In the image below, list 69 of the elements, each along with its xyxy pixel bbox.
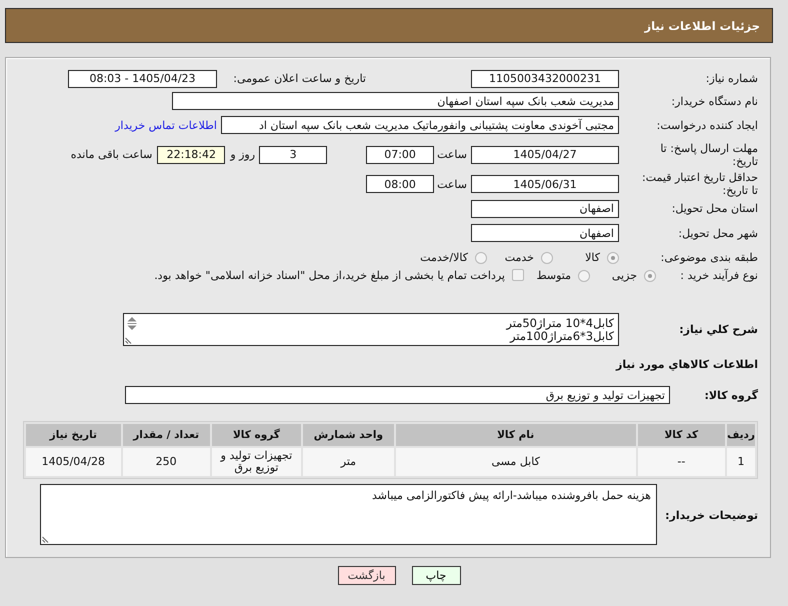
field-label: ایجاد کننده درخواست: — [656, 118, 758, 132]
announce-date-field[interactable]: 1405/04/23 - 08:03 — [68, 70, 217, 88]
page-title: جزئیات اطلاعات نیاز — [644, 18, 760, 32]
resize-grip-icon[interactable] — [42, 536, 49, 543]
validity-time-field[interactable]: 08:00 — [366, 175, 434, 193]
city-field[interactable]: اصفهان — [471, 224, 619, 242]
radio-button[interactable] — [607, 252, 619, 264]
radio-button[interactable] — [541, 252, 553, 264]
field-label: نوع فرآیند خرید : — [680, 269, 758, 282]
days-left-field[interactable]: 3 — [259, 146, 328, 164]
column-header: گروه کالا — [212, 424, 302, 446]
time-left-field[interactable]: 22:18:42 — [157, 146, 226, 164]
description-textarea[interactable]: کابل4*10 متراژ50متر کابل3*6متراژ100متر — [123, 313, 619, 346]
requester-field[interactable]: مجتبی آخوندی معاونت پشتیبانی وانفورماتیک مدیریت شعب بانک سپه استان اد — [221, 116, 619, 134]
option-label: جزیی — [612, 269, 637, 282]
column-header: تعداد / مقدار — [122, 424, 210, 446]
buyer-org-field[interactable]: مدیریت شعب بانک سپه استان اصفهان — [172, 92, 619, 110]
field-label: شماره نیاز: — [706, 72, 758, 85]
option-label: کالا/خدمت — [420, 251, 468, 264]
reply-date-field[interactable]: 1405/04/27 — [471, 146, 619, 164]
field-label: استان محل تحویل: — [672, 202, 758, 215]
buyer-notes-text: هزینه حمل بافروشنده میباشد-ارائه پیش فاکتورالزامی میباشد — [372, 489, 651, 502]
checkbox[interactable] — [512, 269, 524, 281]
column-header: تاریخ نیاز — [26, 424, 121, 446]
column-header: ردیف — [727, 424, 755, 446]
column-header: نام کالا — [396, 424, 636, 446]
field-label: حداقل تاریخ اعتبار قیمت: تا تاریخ: — [641, 171, 758, 197]
field-label: شرح کلي نیاز: — [679, 323, 758, 336]
need-number-field[interactable]: 1105003432000231 — [471, 70, 619, 88]
province-field[interactable]: اصفهان — [471, 200, 619, 218]
field-label: نام دستگاه خریدار: — [671, 94, 758, 108]
field-label: توضیحات خریدار: — [664, 508, 758, 522]
column-header: کد کالا — [638, 424, 726, 446]
column-header: واحد شمارش — [303, 424, 394, 446]
option-label: خدمت — [504, 251, 534, 264]
reply-time-field[interactable]: 07:00 — [366, 146, 434, 164]
field-label: شهر محل تحویل: — [678, 226, 758, 240]
field-label: طبقه بندی موضوعی: — [660, 251, 758, 264]
checkbox-label: پرداخت تمام یا بخشی از مبلغ خرید،از محل "اسناد خزانه اسلامی" خواهد بود. — [154, 269, 505, 282]
print-button[interactable]: چاپ — [412, 566, 460, 585]
field-label: مهلت ارسال پاسخ: تا تاریخ: — [659, 142, 758, 168]
field-label: ساعت — [437, 178, 467, 190]
description-line: کابل4*10 متراژ50متر — [504, 317, 614, 330]
radio-button[interactable] — [475, 252, 487, 264]
option-label: متوسط — [536, 269, 571, 282]
table-cell: 1 — [727, 448, 755, 476]
goods-group-field[interactable]: تجهیزات تولید و توزیع برق — [125, 386, 670, 404]
field-label: ساعت — [437, 148, 467, 161]
validity-date-field[interactable]: 1405/06/31 — [471, 175, 619, 193]
field-label: ساعت باقی مانده — [70, 148, 152, 161]
buyer-contact-link[interactable]: اطلاعات تماس خریدار — [115, 118, 217, 132]
back-button[interactable]: بازگشت — [338, 566, 396, 585]
description-line: کابل3*6متراژ100متر — [510, 330, 614, 343]
field-label: تاریخ و ساعت اعلان عمومی: — [232, 72, 366, 85]
table-cell: کابل مسی — [396, 448, 636, 476]
buyer-notes-textarea[interactable]: هزینه حمل بافروشنده میباشد-ارائه پیش فاکتورالزامی میباشد — [40, 484, 657, 545]
radio-button[interactable] — [578, 270, 590, 282]
radio-button[interactable] — [644, 270, 656, 282]
field-label: روز و — [230, 148, 256, 161]
section-heading: اطلاعات کالاهاي مورد نیاز — [614, 356, 758, 373]
scroll-arrows-icon[interactable] — [126, 316, 138, 331]
table-cell: -- — [638, 448, 726, 476]
table-cell: 250 — [122, 448, 210, 476]
option-label: کالا — [585, 251, 600, 264]
table-cell: تجهیزات تولید و توزیع برق — [212, 448, 302, 476]
field-label: گروه کالا: — [703, 388, 758, 402]
table-cell: متر — [303, 448, 394, 476]
table-cell: 1405/04/28 — [26, 448, 121, 476]
resize-grip-icon[interactable] — [125, 337, 132, 344]
